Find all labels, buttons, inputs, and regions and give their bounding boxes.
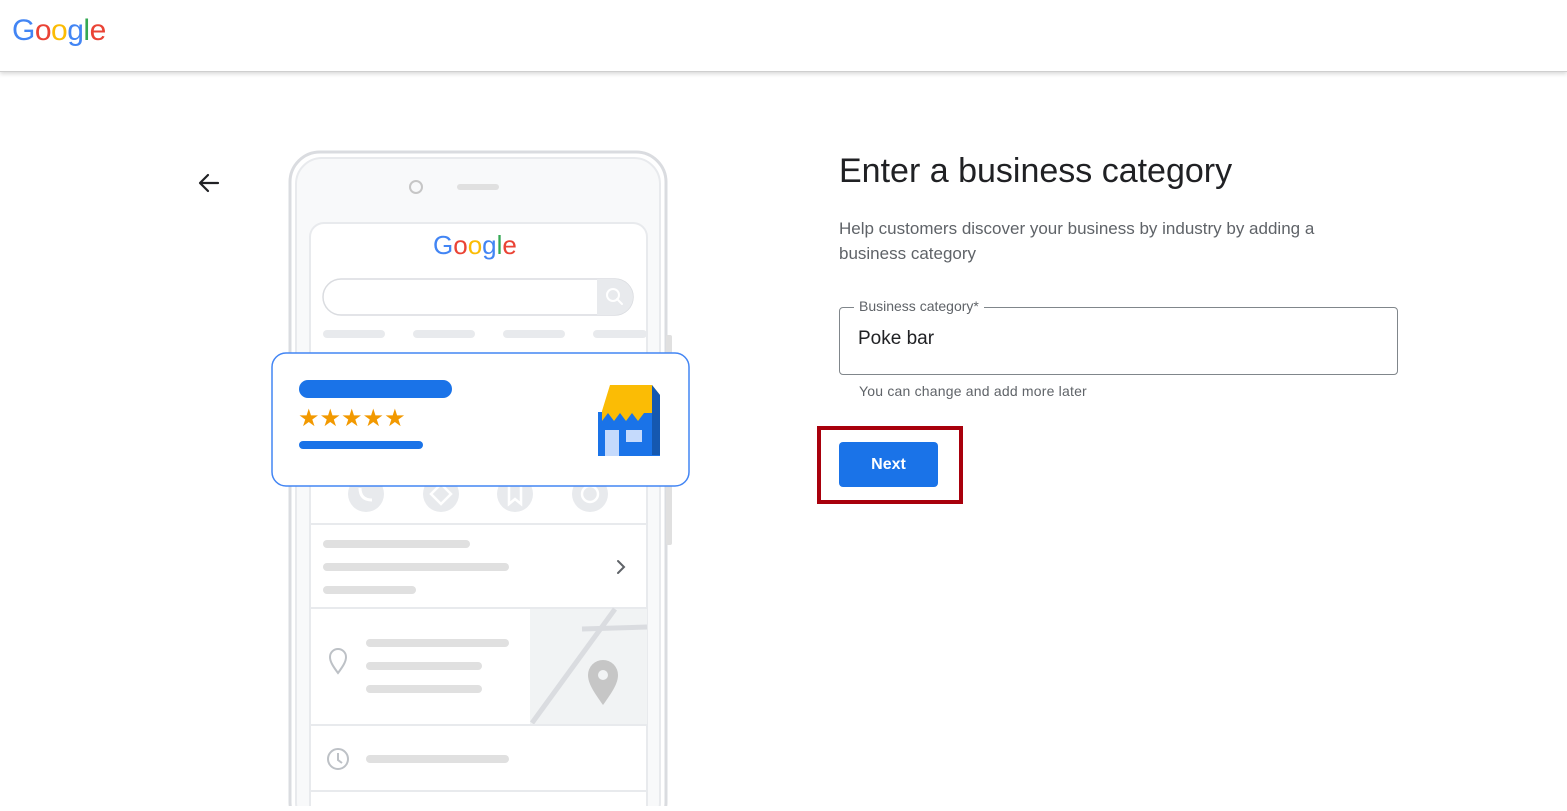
logo-letter: o <box>467 230 483 260</box>
phone-illustration: Google ★★★★★ <box>260 150 700 811</box>
logo-letter: e <box>502 230 517 260</box>
back-arrow-icon[interactable] <box>194 168 224 198</box>
business-category-input[interactable] <box>858 328 1378 350</box>
logo-letter: o <box>51 14 68 47</box>
phone-google-logo: Google <box>433 230 517 261</box>
logo-letter: G <box>433 230 454 260</box>
logo-letter: G <box>12 14 35 47</box>
logo-letter: o <box>453 230 468 260</box>
rating-stars-icon: ★★★★★ <box>298 405 406 432</box>
page-title: Enter a business category <box>839 152 1233 190</box>
page-description: Help customers discover your business by… <box>839 219 1315 263</box>
logo-letter: g <box>482 230 497 260</box>
logo-letter: g <box>67 14 84 47</box>
next-button[interactable]: Next <box>839 442 938 487</box>
business-category-label: Business category* <box>854 298 984 314</box>
helper-text: You can change and add more later <box>859 383 1087 399</box>
top-bar: Google <box>0 0 1567 72</box>
business-category-field: Business category* <box>839 298 1398 375</box>
logo-letter: o <box>34 14 52 47</box>
logo-letter: e <box>89 14 107 47</box>
google-logo: Google <box>12 14 106 48</box>
